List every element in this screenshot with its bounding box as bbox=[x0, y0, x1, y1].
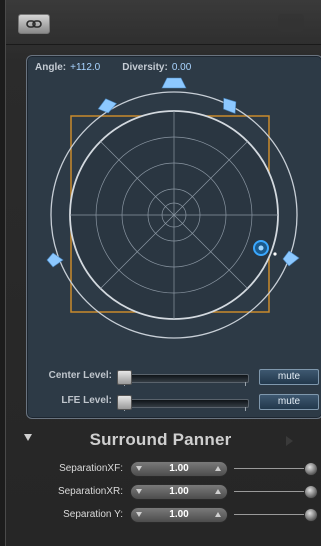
panner-plot[interactable] bbox=[27, 76, 321, 361]
separation-xf-slider[interactable] bbox=[234, 468, 310, 469]
separation-y-knob[interactable] bbox=[304, 508, 318, 522]
param-row-separation-y: Separation Y: 1.00 bbox=[0, 506, 321, 524]
speaker-icon[interactable] bbox=[219, 95, 241, 116]
increment-arrow-icon[interactable] bbox=[215, 466, 221, 471]
param-value: 1.00 bbox=[169, 486, 189, 497]
surround-panner-panel: Angle: +112.0 Diversity: 0.00 Center Lev… bbox=[26, 55, 321, 419]
center-level-handle[interactable] bbox=[117, 370, 132, 385]
angle-value: +112.0 bbox=[70, 62, 101, 73]
divider bbox=[6, 44, 321, 45]
slider-tick bbox=[245, 407, 246, 411]
lfe-mute-button[interactable]: mute bbox=[259, 394, 319, 410]
param-value: 1.00 bbox=[169, 463, 189, 474]
param-label: SeparationXF: bbox=[59, 463, 123, 474]
separation-y-slider[interactable] bbox=[234, 514, 310, 515]
speaker-icon[interactable] bbox=[161, 77, 187, 89]
increment-arrow-icon[interactable] bbox=[215, 512, 221, 517]
play-icon bbox=[286, 436, 293, 446]
separation-xf-field[interactable]: 1.00 bbox=[130, 461, 228, 477]
param-row-separation-xr: SeparationXR: 1.00 bbox=[0, 483, 321, 501]
link-icon bbox=[26, 20, 42, 28]
speaker-icon[interactable] bbox=[46, 252, 64, 268]
separation-y-field[interactable]: 1.00 bbox=[130, 507, 228, 523]
link-button[interactable] bbox=[18, 14, 50, 34]
polar-grid bbox=[70, 111, 278, 319]
diversity-label: Diversity: bbox=[122, 62, 168, 73]
pan-puck-center bbox=[258, 245, 264, 251]
lfe-level-slider[interactable] bbox=[117, 399, 249, 408]
center-level-slider[interactable] bbox=[117, 374, 249, 383]
angle-label: Angle: bbox=[35, 62, 67, 73]
center-mute-button[interactable]: mute bbox=[259, 369, 319, 385]
param-label: SeparationXR: bbox=[57, 486, 123, 497]
separation-xr-slider[interactable] bbox=[234, 491, 310, 492]
separation-xf-knob[interactable] bbox=[304, 462, 318, 476]
speaker-icon[interactable] bbox=[96, 95, 118, 116]
center-level-label: Center Level: bbox=[48, 370, 112, 381]
separation-xr-field[interactable]: 1.00 bbox=[130, 484, 228, 500]
center-level-row: Center Level: mute bbox=[27, 369, 321, 386]
lfe-level-label: LFE Level: bbox=[61, 395, 112, 406]
lfe-level-row: LFE Level: mute bbox=[27, 394, 321, 411]
speaker-icon[interactable] bbox=[282, 250, 300, 267]
separation-xr-knob[interactable] bbox=[304, 485, 318, 499]
increment-arrow-icon[interactable] bbox=[215, 489, 221, 494]
param-row-separation-xf: SeparationXF: 1.00 bbox=[0, 460, 321, 478]
lfe-level-handle[interactable] bbox=[117, 395, 132, 410]
angle-diversity-readout: Angle: +112.0 Diversity: 0.00 bbox=[35, 62, 191, 73]
param-value: 1.00 bbox=[169, 509, 189, 520]
param-label: Separation Y: bbox=[63, 509, 123, 520]
diversity-value: 0.00 bbox=[171, 62, 192, 73]
slider-tick bbox=[245, 382, 246, 386]
link-button-ghost bbox=[278, 14, 304, 32]
diversity-dot bbox=[273, 252, 277, 256]
section-title: Surround Panner bbox=[89, 430, 232, 449]
